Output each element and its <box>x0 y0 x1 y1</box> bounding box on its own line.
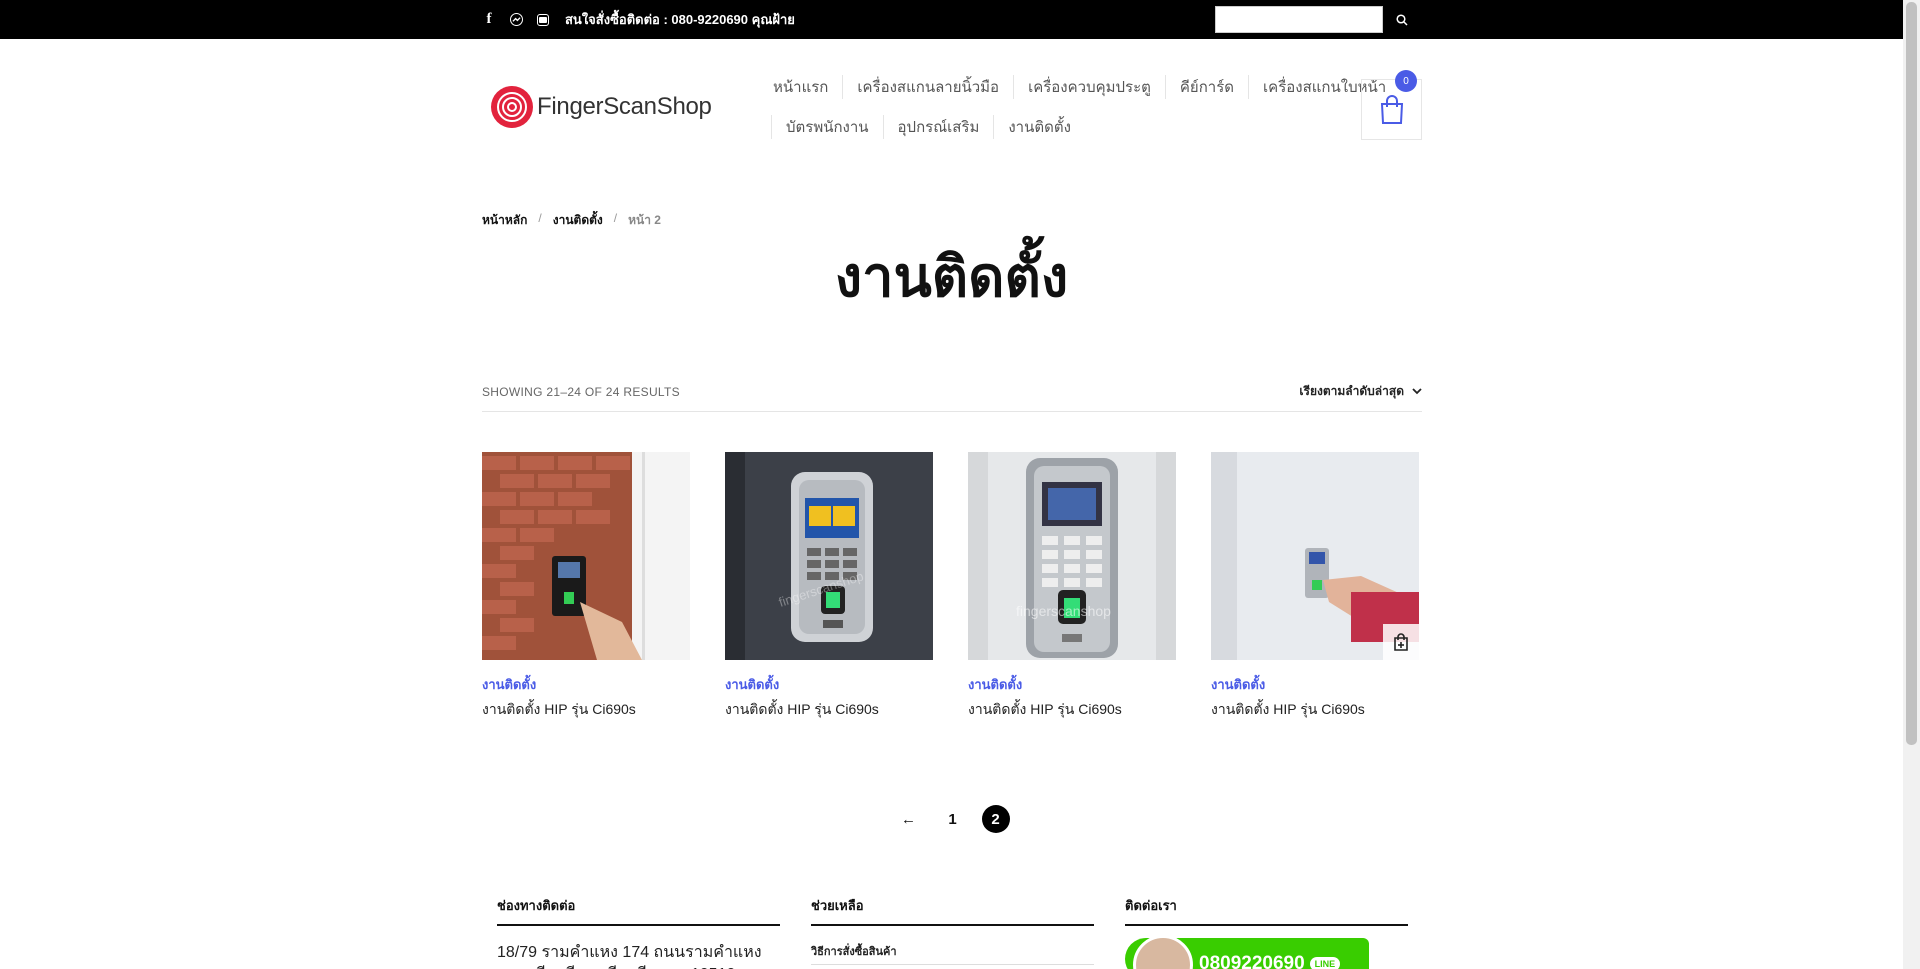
product-watermark: fingerscanshop <box>1016 603 1111 619</box>
footer-contact-column: ช่องทางติดต่อ 18/79 รามคำแหง 174 ถนนรามค… <box>497 895 780 969</box>
footer-address: 18/79 รามคำแหง 174 ถนนรามคำแหง แขวงมีนบุ… <box>497 944 762 969</box>
nav-item-installation[interactable]: งานติดตั้ง <box>993 115 1085 139</box>
footer-heading: ช่องทางติดต่อ <box>497 895 780 926</box>
product-name[interactable]: งานติดตั้ง HIP รุ่น Ci690s <box>1211 699 1419 721</box>
nav-item-home[interactable]: หน้าแรก <box>771 75 842 99</box>
breadcrumb-home[interactable]: หน้าหลัก <box>482 211 527 230</box>
product-image[interactable]: fingerscanshop <box>968 452 1176 660</box>
product-name[interactable]: งานติดตั้ง HIP รุ่น Ci690s <box>968 699 1176 721</box>
sort-select[interactable]: เรียงตามลำดับล่าสุด <box>1299 382 1422 401</box>
breadcrumb-separator: / <box>538 211 542 225</box>
search-form <box>1215 0 1421 39</box>
search-input[interactable] <box>1215 6 1383 33</box>
product-card: fingerscanshop งานติดตั้ง งานติดตั้ง HIP… <box>725 452 933 721</box>
footer-heading: ช่วยเหลือ <box>811 895 1094 926</box>
previous-page-arrow-icon[interactable]: ← <box>894 804 924 834</box>
nav-item-keycard[interactable]: คีย์การ์ด <box>1164 75 1248 99</box>
footer-link-how-to-order[interactable]: วิธีการสั่งซื้อสินค้า <box>811 942 1094 965</box>
nav-item-fingerprint-scanner[interactable]: เครื่องสแกนลายนิ้วมือ <box>842 75 1013 99</box>
shopping-bag-icon <box>1380 94 1403 124</box>
nav-item-access-control[interactable]: เครื่องควบคุมประตู <box>1013 75 1165 99</box>
facebook-icon[interactable]: f <box>482 11 496 27</box>
line-icon: LINE <box>1309 957 1341 969</box>
nav-item-accessories[interactable]: อุปกรณ์เสริม <box>882 115 994 139</box>
shopping-bag-add-icon <box>1394 633 1408 651</box>
product-image[interactable] <box>482 452 690 660</box>
product-category[interactable]: งานติดตั้ง <box>1211 674 1419 695</box>
quick-add-button[interactable] <box>1383 624 1419 660</box>
breadcrumb-current: หน้า 2 <box>628 213 661 227</box>
social-links: f <box>482 11 549 27</box>
logo-text: FingerScanShop <box>537 93 712 120</box>
nav-item-employee-card[interactable]: บัตรพนักงาน <box>771 115 883 139</box>
product-card: งานติดตั้ง งานติดตั้ง HIP รุ่น Ci690s <box>482 452 690 721</box>
line-icon[interactable] <box>537 13 549 26</box>
line-contact-banner[interactable]: 0809220690 LINE <box>1125 938 1369 969</box>
breadcrumb-category[interactable]: งานติดตั้ง <box>553 211 603 230</box>
search-icon <box>1396 13 1408 26</box>
scrollbar-thumb[interactable] <box>1906 2 1917 745</box>
page-title: งานติดตั้ง <box>834 245 1069 308</box>
product-category[interactable]: งานติดตั้ง <box>968 674 1176 695</box>
footer-heading: ติดต่อเรา <box>1125 895 1408 926</box>
messenger-icon[interactable] <box>510 13 523 26</box>
result-count: SHOWING 21–24 OF 24 RESULTS <box>482 384 680 399</box>
main-nav: หน้าแรก เครื่องสแกนลายนิ้วมือ เครื่องควบ… <box>771 72 1386 152</box>
chevron-down-icon <box>1412 388 1422 395</box>
product-image[interactable] <box>1211 452 1419 660</box>
footer-help-column: ช่วยเหลือ วิธีการสั่งซื้อสินค้า <box>811 895 1094 969</box>
results-bar: SHOWING 21–24 OF 24 RESULTS เรียงตามลำดั… <box>482 372 1422 412</box>
cart-button[interactable]: 0 <box>1361 70 1422 140</box>
page-scrollbar[interactable] <box>1903 0 1920 969</box>
cart-count-badge: 0 <box>1395 70 1417 92</box>
fingerprint-icon <box>491 86 533 128</box>
product-name[interactable]: งานติดตั้ง HIP รุ่น Ci690s <box>725 699 933 721</box>
product-grid: งานติดตั้ง งานติดตั้ง HIP รุ่น Ci690s fi… <box>482 452 1419 721</box>
breadcrumb: หน้าหลัก / งานติดตั้ง / หน้า 2 <box>482 211 661 230</box>
pagination: ← 1 2 <box>0 804 1903 834</box>
product-name[interactable]: งานติดตั้ง HIP รุ่น Ci690s <box>482 699 690 721</box>
product-card: fingerscanshop งานติดตั้ง งานติดตั้ง HIP… <box>968 452 1176 721</box>
search-button[interactable] <box>1383 0 1421 39</box>
product-category[interactable]: งานติดตั้ง <box>725 674 933 695</box>
page-link-1[interactable]: 1 <box>938 804 968 834</box>
line-number: 0809220690 <box>1199 953 1305 969</box>
product-image[interactable]: fingerscanshop <box>725 452 933 660</box>
breadcrumb-separator: / <box>613 211 618 225</box>
product-category[interactable]: งานติดตั้ง <box>482 674 690 695</box>
footer: ช่องทางติดต่อ 18/79 รามคำแหง 174 ถนนรามค… <box>497 895 1408 969</box>
sort-label: เรียงตามลำดับล่าสุด <box>1299 384 1404 398</box>
top-bar: f สนใจสั่งซื้อติดต่อ : 080-9220690 คุณฝ้… <box>0 0 1903 39</box>
footer-contact-us-column: ติดต่อเรา 0809220690 LINE <box>1125 895 1408 969</box>
product-card: งานติดตั้ง งานติดตั้ง HIP รุ่น Ci690s <box>1211 452 1419 721</box>
site-logo[interactable]: FingerScanShop <box>491 86 712 128</box>
contact-text: สนใจสั่งซื้อติดต่อ : 080-9220690 คุณฝ้าย <box>565 12 795 27</box>
page-link-current: 2 <box>981 805 1010 833</box>
avatar <box>1133 938 1193 969</box>
